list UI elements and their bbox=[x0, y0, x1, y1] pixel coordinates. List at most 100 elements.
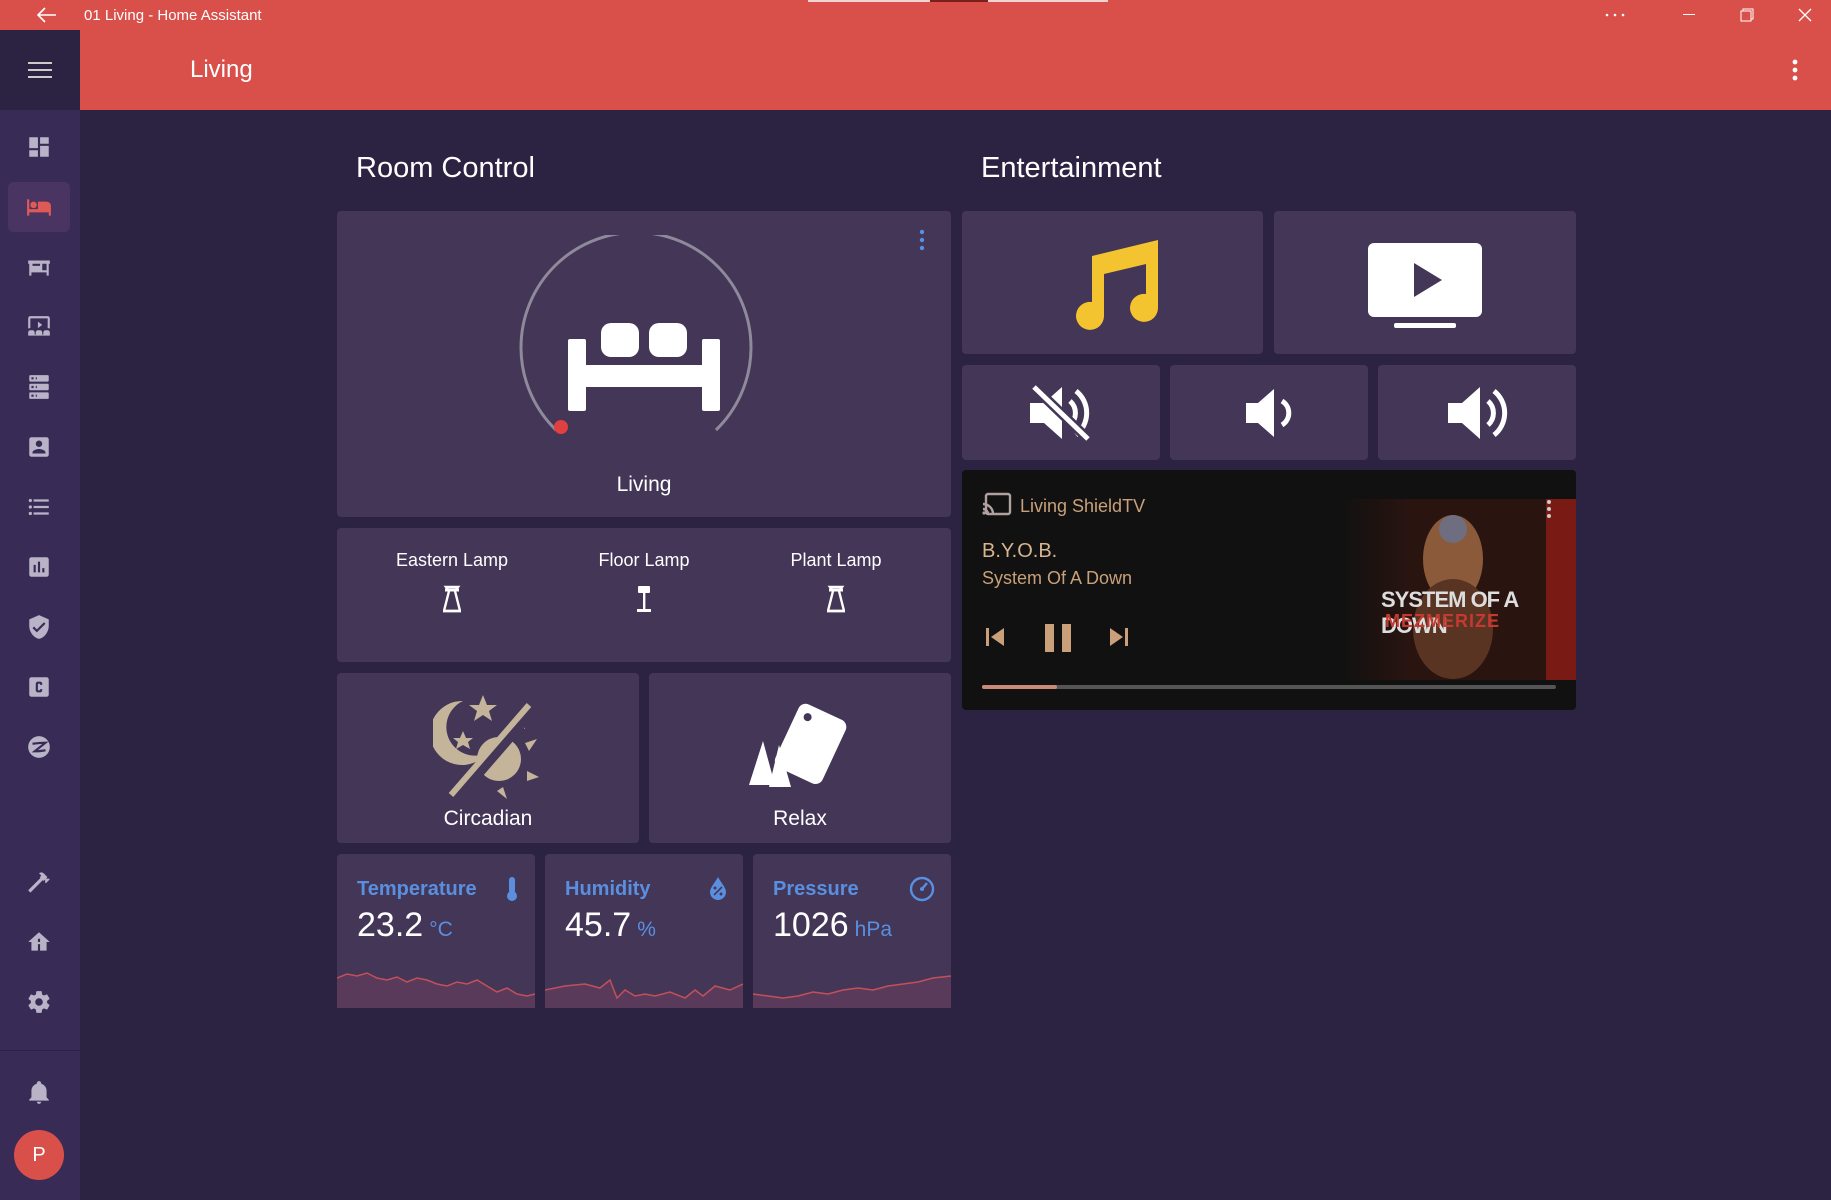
app-header: Living bbox=[0, 30, 1831, 110]
music-button[interactable] bbox=[962, 211, 1263, 354]
volume-mute-icon bbox=[1030, 383, 1092, 443]
lamps-card: Eastern Lamp Floor Lamp Plant Lamp bbox=[337, 528, 951, 662]
restore-icon bbox=[1740, 8, 1754, 22]
window-titlebar: 01 Living - Home Assistant bbox=[0, 0, 1831, 30]
sidebar-item-security[interactable] bbox=[8, 602, 70, 652]
album-art-subtext: MEZMERIZE bbox=[1385, 611, 1500, 631]
media-source: Living ShieldTV bbox=[1020, 496, 1146, 516]
menu-icon bbox=[28, 62, 52, 78]
header-menu-button[interactable] bbox=[1775, 50, 1815, 90]
gauge-icon bbox=[909, 876, 935, 902]
sidebar-item-server[interactable] bbox=[8, 362, 70, 412]
sidebar-item-history[interactable] bbox=[8, 542, 70, 592]
previous-track-button[interactable] bbox=[980, 622, 1010, 652]
sidebar-item-people[interactable] bbox=[8, 422, 70, 472]
sensor-name: Pressure bbox=[773, 878, 859, 900]
sofa-icon bbox=[27, 199, 51, 216]
cards-icon bbox=[749, 703, 847, 787]
sensor-humidity[interactable]: Humidity 45.7% bbox=[545, 854, 743, 1008]
lamp-floor[interactable]: Floor Lamp bbox=[559, 550, 729, 613]
sensor-name: Temperature bbox=[357, 878, 477, 900]
page-title: Living bbox=[190, 56, 253, 83]
scene-relax[interactable]: Relax bbox=[649, 673, 951, 843]
back-button[interactable] bbox=[30, 0, 64, 30]
skip-next-icon bbox=[1110, 628, 1128, 646]
account-box-icon bbox=[29, 437, 49, 457]
sidebar-toggle-button[interactable] bbox=[0, 30, 80, 110]
sensor-value: 45.7% bbox=[565, 906, 656, 944]
more-options-button[interactable] bbox=[1592, 0, 1638, 30]
sidebar-item-developer-tools[interactable] bbox=[8, 857, 70, 907]
pause-icon bbox=[1045, 624, 1071, 652]
restore-button[interactable] bbox=[1724, 0, 1770, 30]
sidebar-item-notifications[interactable] bbox=[8, 1067, 70, 1117]
volume-up-button[interactable] bbox=[1378, 365, 1576, 460]
media-more-button[interactable] bbox=[1546, 499, 1552, 524]
scene-label: Circadian bbox=[443, 807, 533, 830]
minimize-icon bbox=[1683, 14, 1695, 15]
media-title: B.Y.O.B. bbox=[982, 540, 1058, 562]
humidity-sparkline bbox=[545, 978, 743, 1008]
sidebar-item-logbook[interactable] bbox=[8, 482, 70, 532]
sidebar-item-overview[interactable] bbox=[8, 122, 70, 172]
theme-light-dark-icon bbox=[433, 695, 539, 801]
next-track-button[interactable] bbox=[1104, 622, 1134, 652]
ellipsis-icon bbox=[1605, 13, 1625, 17]
avatar[interactable]: P bbox=[14, 1130, 64, 1180]
server-icon bbox=[29, 375, 49, 399]
thermometer-icon bbox=[507, 877, 517, 901]
minimize-button[interactable] bbox=[1666, 0, 1712, 30]
dots-vertical-icon bbox=[1792, 59, 1798, 81]
sensor-temperature[interactable]: Temperature 23.2 °C bbox=[337, 854, 535, 1008]
sidebar-item-c[interactable] bbox=[8, 662, 70, 712]
room-control-title: Room Control bbox=[356, 152, 535, 184]
close-button[interactable] bbox=[1782, 0, 1828, 30]
media-player-card[interactable]: SYSTEM OF A DOWN MEZMERIZE Living Shield… bbox=[962, 470, 1576, 710]
chart-bar-icon bbox=[29, 557, 49, 577]
zigbee-icon bbox=[28, 736, 50, 758]
pressure-sparkline bbox=[753, 975, 951, 1008]
room-hero-label: Living bbox=[616, 473, 672, 496]
media-progress-fill bbox=[982, 685, 1057, 689]
sidebar-item-zigbee[interactable] bbox=[8, 722, 70, 772]
media-progress-bar[interactable] bbox=[982, 685, 1556, 689]
hero-card-menu-button[interactable] bbox=[919, 229, 925, 256]
sensor-pressure[interactable]: Pressure 1026 hPa bbox=[753, 854, 951, 1008]
youtube-tv-icon bbox=[1368, 243, 1482, 328]
mute-button[interactable] bbox=[962, 365, 1160, 460]
alpha-c-box-icon bbox=[29, 677, 49, 697]
dial-handle[interactable] bbox=[554, 420, 568, 434]
sidebar-item-living[interactable] bbox=[8, 182, 70, 232]
sidebar-divider bbox=[0, 1050, 80, 1051]
play-pause-button[interactable] bbox=[1038, 618, 1078, 658]
media-artist: System Of A Down bbox=[982, 568, 1133, 588]
sensor-value: 1026 hPa bbox=[773, 906, 893, 944]
sidebar-item-hacs[interactable] bbox=[8, 917, 70, 967]
music-note-icon bbox=[1076, 240, 1158, 330]
avatar-initial: P bbox=[32, 1143, 46, 1166]
sensor-unit: hPa bbox=[854, 918, 893, 941]
lamp-plant[interactable]: Plant Lamp bbox=[751, 550, 921, 613]
scene-circadian[interactable]: Circadian bbox=[337, 673, 639, 843]
sidebar-item-theater[interactable] bbox=[8, 302, 70, 352]
sidebar-item-office[interactable] bbox=[8, 242, 70, 292]
volume-low-icon bbox=[1246, 389, 1292, 437]
sensor-name: Humidity bbox=[565, 878, 651, 900]
volume-down-button[interactable] bbox=[1170, 365, 1368, 460]
bell-icon bbox=[29, 1081, 49, 1104]
close-icon bbox=[1798, 8, 1812, 22]
scene-label: Relax bbox=[773, 807, 827, 830]
arrow-left-icon bbox=[37, 7, 56, 23]
tv-button[interactable] bbox=[1274, 211, 1576, 354]
room-hero-card[interactable]: Living bbox=[337, 211, 951, 517]
hammer-icon bbox=[28, 872, 50, 893]
lamp-eastern[interactable]: Eastern Lamp bbox=[367, 550, 537, 613]
sidebar-item-settings[interactable] bbox=[8, 977, 70, 1027]
sidebar bbox=[0, 110, 80, 1200]
sensor-unit: °C bbox=[429, 918, 453, 941]
lamp-label: Eastern Lamp bbox=[395, 550, 509, 570]
lamp-label: Floor Lamp bbox=[598, 550, 690, 570]
theater-icon bbox=[28, 316, 50, 336]
temperature-sparkline bbox=[337, 972, 535, 1008]
desk-icon bbox=[28, 260, 50, 276]
